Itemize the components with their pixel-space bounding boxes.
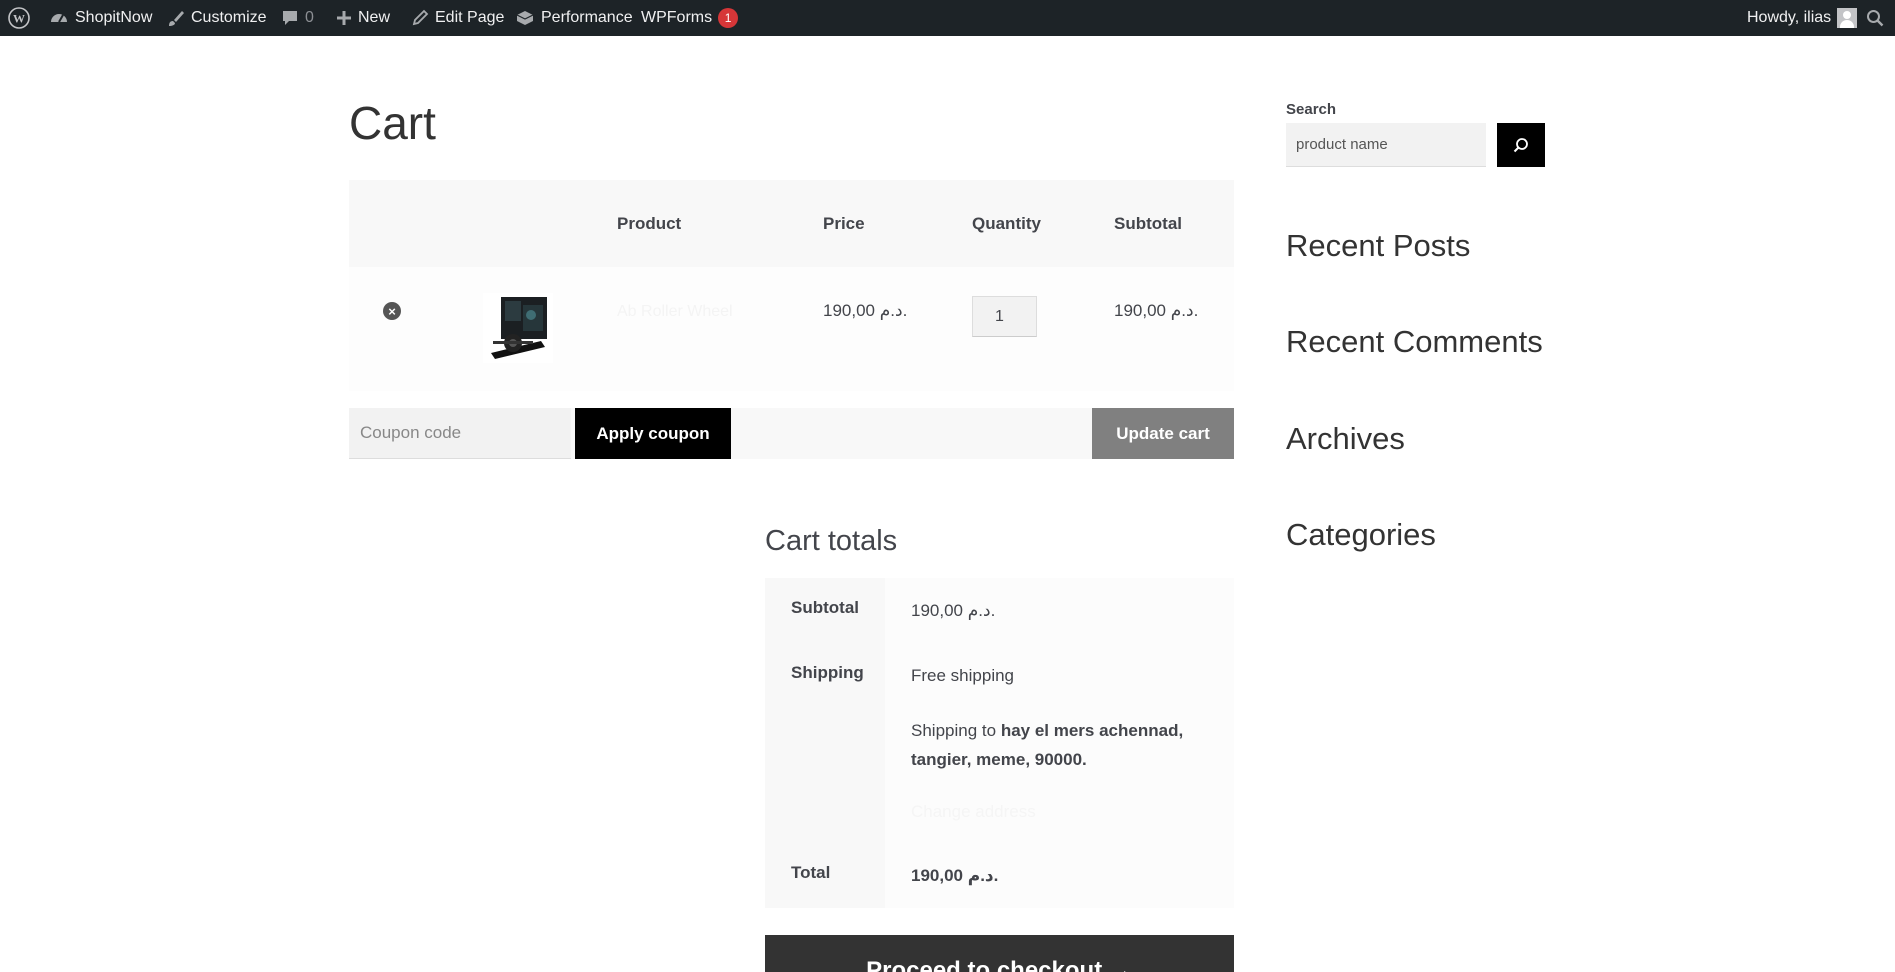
customize-label: Customize (191, 9, 267, 26)
subtotal-label: Subtotal (791, 598, 859, 617)
page-title: Cart (349, 97, 436, 149)
checkout-label: Proceed to checkout → (866, 957, 1133, 972)
header-subtotal: Subtotal (1114, 214, 1182, 233)
comment-icon (283, 11, 297, 25)
header-product: Product (617, 214, 682, 233)
customize-link[interactable]: Customize (167, 0, 267, 36)
performance-icon (516, 11, 534, 25)
wpforms-link[interactable]: WPForms 1 (641, 0, 739, 36)
cart-table-header: Product Price Quantity Subtotal (349, 180, 1234, 267)
cart-table: Product Price Quantity Subtotal × Ab Rol… (349, 180, 1234, 391)
widget-recent-comments-title: Recent Comments (1286, 324, 1543, 359)
edit-page-label: Edit Page (435, 9, 505, 26)
pencil-icon (412, 9, 429, 26)
change-address-link[interactable]: Change address (911, 797, 1036, 826)
product-subtotal: 190,00 د.م. (1114, 301, 1199, 320)
coupon-code-input[interactable] (349, 408, 571, 459)
search-button[interactable] (1497, 123, 1545, 167)
shipping-address-line1: hay el mers achennad, (1000, 721, 1184, 740)
total-row: Total 190,00 د.م. (765, 843, 1234, 908)
proceed-to-checkout-button[interactable]: Proceed to checkout → (765, 935, 1234, 972)
wpforms-label: WPForms (641, 9, 713, 26)
comments-count: 0 (305, 9, 314, 26)
avatar (1837, 8, 1858, 28)
total-label: Total (791, 863, 831, 882)
edit-page-link[interactable]: Edit Page (411, 0, 504, 36)
performance-link[interactable]: Performance (515, 0, 633, 36)
shipping-to-prefix: Shipping to (911, 721, 997, 740)
wpforms-notification-badge: 1 (718, 8, 739, 28)
widget-archives-title: Archives (1286, 421, 1405, 456)
site-name: ShopitNow (75, 9, 153, 26)
total-value: 190,00 د.م. (911, 866, 999, 885)
admin-bar: W ShopitNow Customize 0 New Edit Page Pe… (0, 0, 1895, 36)
plus-icon (337, 11, 351, 25)
search-input[interactable] (1286, 123, 1486, 167)
admin-search-icon[interactable] (1866, 0, 1884, 36)
new-label: New (358, 9, 391, 26)
my-account-menu[interactable]: Howdy, ilias (1747, 0, 1858, 36)
svg-text:W: W (13, 12, 25, 26)
product-thumbnail[interactable] (483, 293, 553, 363)
cart-actions: Apply coupon Update cart (349, 408, 1234, 459)
widget-recent-posts-title: Recent Posts (1286, 228, 1471, 263)
cart-totals-title: Cart totals (765, 525, 898, 557)
product-price: 190,00 د.م. (823, 301, 908, 320)
shipping-address-line2: tangier, meme, 90000. (911, 750, 1087, 769)
subtotal-value: 190,00 د.م. (911, 601, 996, 620)
update-cart-button[interactable]: Update cart (1092, 408, 1234, 459)
table-row (349, 267, 1234, 391)
header-price: Price (823, 214, 865, 233)
dashboard-icon (51, 14, 67, 23)
product-name-link[interactable]: Ab Roller Wheel (617, 303, 733, 321)
remove-item-icon[interactable]: × (383, 302, 401, 320)
subtotal-row: Subtotal 190,00 د.م. (765, 578, 1234, 643)
shipping-destination: Shipping to hay el mers achennad, tangie… (911, 716, 1183, 774)
quantity-input[interactable]: 1 (972, 296, 1037, 337)
howdy-label: Howdy, ilias (1747, 9, 1832, 26)
brush-icon (169, 11, 184, 26)
apply-coupon-button[interactable]: Apply coupon (575, 408, 731, 459)
shipping-row: Shipping Free shipping Shipping to hay e… (765, 643, 1234, 843)
comments-link[interactable]: 0 (281, 0, 314, 36)
shipping-label: Shipping (791, 663, 864, 682)
search-icon (1513, 138, 1528, 153)
header-quantity: Quantity (972, 214, 1041, 233)
new-content-link[interactable]: New (336, 0, 390, 36)
wordpress-logo-icon[interactable]: W (8, 0, 30, 36)
widget-categories-title: Categories (1286, 517, 1436, 552)
performance-label: Performance (541, 9, 633, 26)
shipping-method: Free shipping (911, 666, 1015, 685)
search-label: Search (1286, 101, 1337, 118)
cart-totals-table: Subtotal 190,00 د.م. Shipping Free shipp… (765, 578, 1234, 908)
site-name-menu[interactable]: ShopitNow (49, 0, 152, 36)
